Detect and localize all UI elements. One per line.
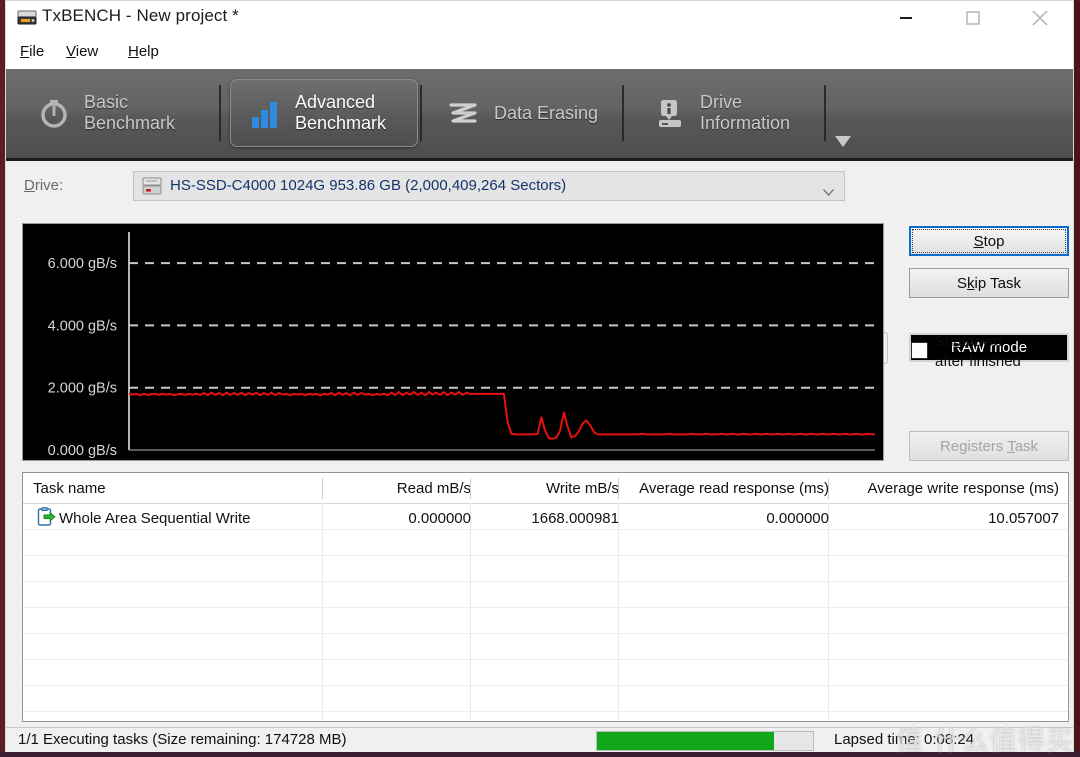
column-divider [322, 503, 323, 721]
tab-advanced-benchmark-label: Advanced Benchmark [295, 92, 387, 133]
row-divider [23, 633, 1068, 634]
row-divider [23, 685, 1068, 686]
eraser-wave-icon [444, 93, 484, 133]
stop-button[interactable]: Stop [909, 226, 1069, 256]
drive-info-icon [650, 93, 690, 133]
window-title: TxBENCH - New project * [42, 6, 239, 25]
cell-avg-read-response: 0.000000 [766, 510, 829, 527]
header-divider [322, 478, 323, 499]
skip-task-label: Skip Task [957, 274, 1021, 292]
column-header-task-name[interactable]: Task name [23, 473, 333, 503]
stop-rest: top [983, 232, 1005, 250]
lapsed-time: Lapsed time: 0:08:24 [834, 731, 975, 748]
menu-view[interactable]: View [66, 43, 98, 60]
maximize-button[interactable] [950, 1, 996, 35]
menu-file[interactable]: File [20, 43, 44, 60]
tab-data-erasing[interactable]: Data Erasing [430, 79, 620, 147]
txbench-window: TxBENCH - New project * File View Help B… [5, 0, 1074, 753]
cell-avg-write-response: 10.057007 [988, 510, 1059, 527]
app-icon [16, 9, 38, 27]
svg-text:4.000 gB/s: 4.000 gB/s [48, 318, 117, 334]
column-divider [618, 503, 619, 721]
svg-text:6.000 gB/s: 6.000 gB/s [48, 256, 117, 272]
chevron-down-icon[interactable] [830, 131, 856, 151]
title-bar: TxBENCH - New project * [6, 1, 1073, 37]
column-header-avg-read-response[interactable]: Average read response (ms) [619, 473, 838, 503]
results-table: Task name Read mB/s Write mB/s Average r… [22, 472, 1069, 722]
tab-separator [824, 85, 826, 141]
row-divider [23, 607, 1068, 608]
registers-task-button: Registers Task [909, 431, 1069, 461]
tab-separator [622, 85, 624, 141]
svg-text:2.000 gB/s: 2.000 gB/s [48, 381, 117, 397]
drive-select[interactable]: HS-SSD-C4000 1024G 953.86 GB (2,000,409,… [133, 171, 845, 201]
progress-bar [596, 731, 814, 751]
tab-basic-benchmark-label: Basic Benchmark [84, 92, 176, 133]
progress-bar-fill [597, 732, 775, 750]
row-divider [23, 555, 1068, 556]
header-divider [618, 478, 619, 499]
tab-data-erasing-label: Data Erasing [494, 102, 599, 123]
menu-help-rest: elp [138, 43, 159, 60]
shutdown-after-finished-checkbox[interactable]: Shutdown after finished [911, 333, 1071, 373]
row-divider [23, 711, 1068, 712]
svg-text:0.000 gB/s: 0.000 gB/s [48, 443, 117, 459]
chevron-down-icon [823, 183, 834, 201]
stop-button-label: Stop [912, 229, 1066, 253]
stopwatch-icon [34, 93, 74, 133]
bar-chart-icon [245, 93, 285, 133]
tab-separator [219, 85, 221, 141]
header-bottom-line [23, 503, 1068, 504]
checkbox-box[interactable] [911, 342, 928, 359]
column-divider [828, 503, 829, 721]
stop-accel: S [973, 232, 984, 250]
tab-basic-benchmark[interactable]: Basic Benchmark [20, 79, 230, 147]
drive-selection-row: Drive: HS-SSD-C4000 1024G 953.86 GB (2,0… [6, 161, 1073, 364]
cell-write: 1668.000981 [531, 510, 619, 527]
cell-task-name: Whole Area Sequential Write [59, 510, 251, 527]
tab-drive-information-label: Drive Information [700, 92, 791, 133]
menu-view-rest: iew [75, 43, 99, 60]
column-divider [470, 503, 471, 721]
header-divider [470, 478, 471, 499]
tab-separator [420, 85, 422, 141]
row-divider [23, 581, 1068, 582]
screen: TxBENCH - New project * File View Help B… [0, 0, 1080, 757]
column-header-write[interactable]: Write mB/s [471, 473, 628, 503]
column-header-read[interactable]: Read mB/s [323, 473, 480, 503]
drive-select-value: HS-SSD-C4000 1024G 953.86 GB (2,000,409,… [170, 177, 567, 194]
menu-file-rest: ile [29, 43, 45, 60]
column-header-avg-write-response[interactable]: Average write response (ms) [829, 473, 1068, 503]
status-text: 1/1 Executing tasks (Size remaining: 174… [18, 731, 347, 748]
benchmark-graph: 6.000 gB/s 4.000 gB/s 2.000 gB/s 0.000 gB/s [22, 223, 884, 461]
status-bar: 1/1 Executing tasks (Size remaining: 174… [6, 727, 1073, 752]
close-button[interactable] [1017, 1, 1063, 35]
minimize-button[interactable] [883, 1, 929, 35]
tab-drive-information[interactable]: Drive Information [636, 79, 826, 147]
task-write-icon [37, 507, 56, 526]
hard-drive-icon [141, 177, 163, 196]
registers-task-label: Registers Task [939, 437, 1039, 455]
menu-bar: File View Help [6, 37, 1073, 69]
menu-help[interactable]: Help [128, 43, 159, 60]
drive-label-rest: rive: [34, 177, 64, 194]
tab-advanced-benchmark[interactable]: Advanced Benchmark [230, 79, 418, 147]
desktop-right-edge [1074, 0, 1080, 757]
cell-read: 0.000000 [408, 510, 471, 527]
row-divider [23, 659, 1068, 660]
graph-canvas: 6.000 gB/s 4.000 gB/s 2.000 gB/s 0.000 gB/s [48, 232, 875, 459]
header-divider [828, 478, 829, 499]
tab-strip: Basic Benchmark Advanced Benchmark Data … [6, 69, 1073, 161]
skip-task-button[interactable]: Skip Task [909, 268, 1069, 298]
drive-label: Drive: [24, 177, 64, 194]
shutdown-after-finished-label: Shutdown after finished [935, 333, 1021, 370]
